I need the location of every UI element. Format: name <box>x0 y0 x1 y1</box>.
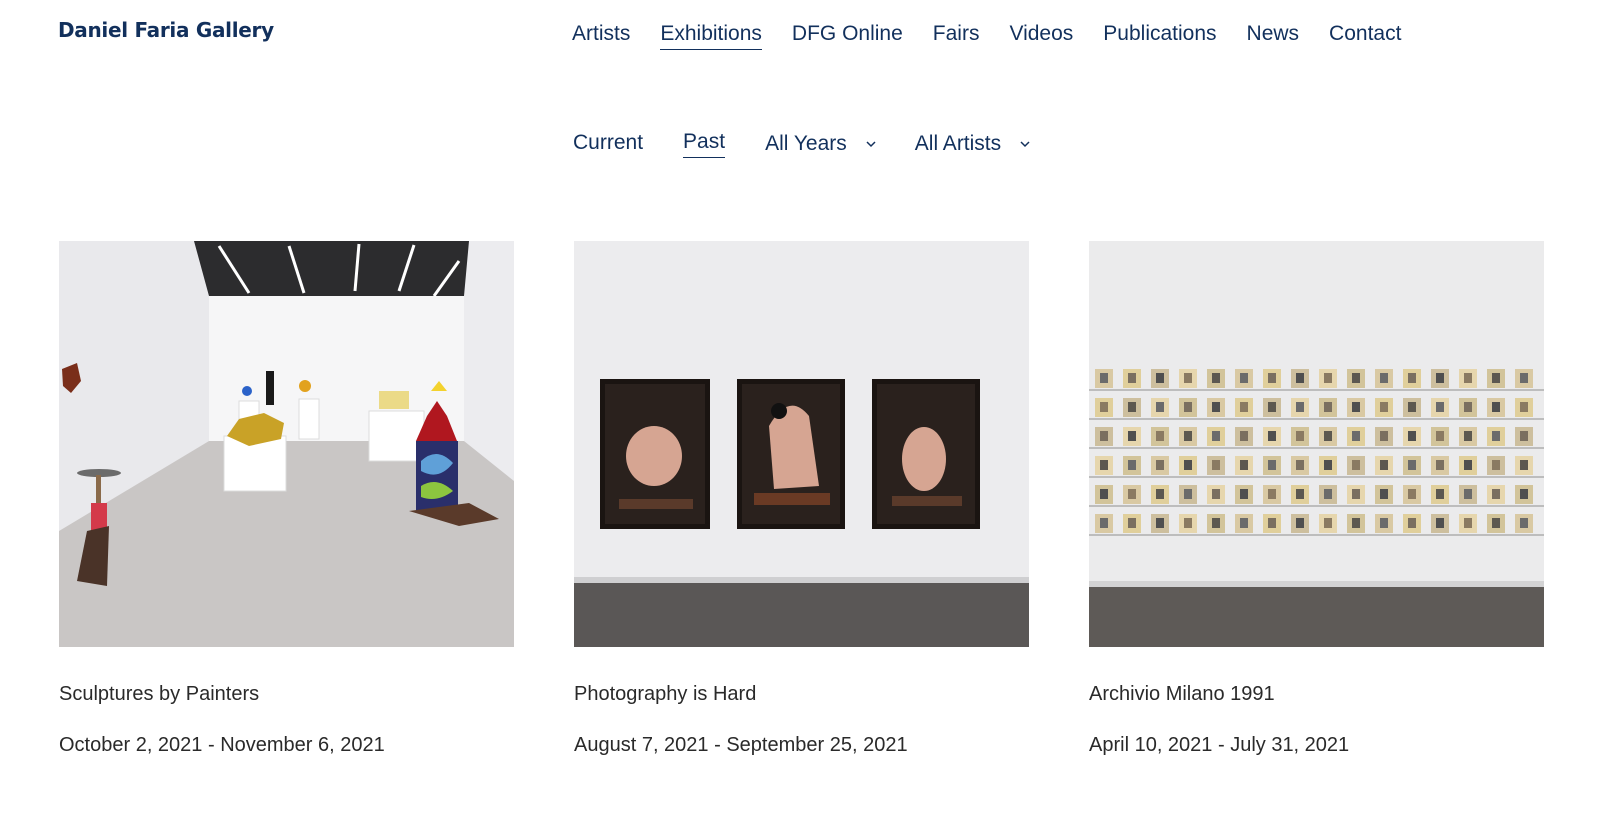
filter-current[interactable]: Current <box>573 131 643 158</box>
exhibition-filters: Current Past All Years All Artists <box>573 130 1069 158</box>
filter-past[interactable]: Past <box>683 130 726 158</box>
exhibition-image[interactable] <box>1089 241 1544 647</box>
nav-fairs[interactable]: Fairs <box>933 22 980 50</box>
exhibition-title[interactable]: Sculptures by Painters <box>59 683 514 706</box>
nav-contact[interactable]: Contact <box>1329 22 1401 50</box>
artist-dropdown[interactable]: All Artists <box>915 132 1031 156</box>
exhibition-card[interactable]: Sculptures by Painters October 2, 2021 -… <box>59 241 514 757</box>
nav-dfg-online[interactable]: DFG Online <box>792 22 903 50</box>
gallery-logo[interactable]: Daniel Faria Gallery <box>58 18 274 42</box>
exhibition-dates: October 2, 2021 - November 6, 2021 <box>59 734 385 756</box>
exhibition-image[interactable] <box>574 241 1029 647</box>
main-nav: Artists Exhibitions DFG Online Fairs Vid… <box>572 22 1401 50</box>
exhibition-dates: August 7, 2021 - September 25, 2021 <box>574 734 908 756</box>
exhibition-title[interactable]: Archivio Milano 1991 <box>1089 683 1544 706</box>
chevron-down-icon <box>1019 138 1031 150</box>
exhibition-card[interactable]: Archivio Milano 1991 April 10, 2021 - Ju… <box>1089 241 1544 757</box>
year-dropdown[interactable]: All Years <box>765 132 877 156</box>
nav-artists[interactable]: Artists <box>572 22 630 50</box>
exhibition-card[interactable]: Photography is Hard August 7, 2021 - Sep… <box>574 241 1029 757</box>
chevron-down-icon <box>865 138 877 150</box>
exhibition-title[interactable]: Photography is Hard <box>574 683 1029 706</box>
nav-news[interactable]: News <box>1247 22 1300 50</box>
year-dropdown-label: All Years <box>765 132 847 155</box>
exhibition-image[interactable] <box>59 241 514 647</box>
nav-exhibitions[interactable]: Exhibitions <box>660 22 762 50</box>
nav-videos[interactable]: Videos <box>1009 22 1073 50</box>
artist-dropdown-label: All Artists <box>914 132 1002 155</box>
nav-publications[interactable]: Publications <box>1103 22 1216 50</box>
exhibition-dates: April 10, 2021 - July 31, 2021 <box>1089 734 1350 756</box>
exhibition-grid: Sculptures by Painters October 2, 2021 -… <box>59 241 1544 757</box>
